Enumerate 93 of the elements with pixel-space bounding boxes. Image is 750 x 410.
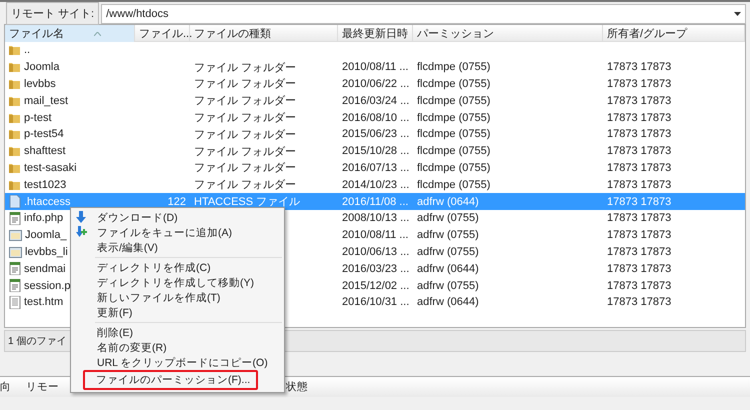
table-cell: 2015/12/02 ... [342,280,410,292]
column-header[interactable]: 最終更新日時 [338,25,413,42]
table-cell: 122 [168,196,186,208]
file-name: .. [24,44,30,56]
table-cell: flcdmpe (0755) [417,112,490,124]
table-cell-text: ファイル フォルダー [194,161,296,176]
table-cell: 17873 17873 [607,196,672,208]
file-name: levbbs [24,78,56,90]
table-cell: adfrw (0755) [417,212,479,224]
table-cell-text: ファイル フォルダー [194,94,296,108]
menu-item[interactable]: 新しいファイルを作成(T) [71,290,284,305]
file-name: info.php [24,212,64,224]
table-cell: flcdmpe (0755) [417,128,490,140]
status-text: 1 個のファイ [8,335,66,348]
table-cell: 2010/08/11 ... [342,229,408,242]
file-name: mail_test [24,94,68,107]
column-header[interactable]: パーミッション [413,25,603,42]
menu-item[interactable]: ダウンロード(D) [71,210,284,225]
file-name: shafttest [24,145,66,158]
table-cell: 17873 17873 [607,229,672,242]
table-cell: flcdmpe (0755) [417,162,490,174]
table-cell-text: ファイル フォルダー [194,60,296,75]
file-name: Joomla_ [25,229,67,242]
table-cell: 17873 17873 [607,246,672,258]
menu-item[interactable]: ディレクトリを作成(C) [71,260,284,275]
table-cell: 17873 17873 [607,61,672,74]
menu-item[interactable]: 更新(F) [71,305,284,320]
file-name: session.p [24,280,70,292]
table-cell: flcdmpe (0755) [417,178,490,191]
file-name: p-test54 [24,128,64,140]
table-cell-text: ファイル フォルダー [194,111,296,126]
table-cell: 17873 17873 [607,145,672,158]
file-name: levbbs_li [25,246,68,258]
table-cell: 17873 17873 [607,162,672,174]
table-cell: 2015/06/23 ... [342,128,410,140]
table-cell: adfrw (0755) [417,280,479,292]
column-header[interactable]: ファイル... [135,25,190,42]
table-cell-text: ファイル フォルダー [194,144,296,159]
table-cell: 2016/08/10 ... [342,112,410,124]
file-name: test-sasaki [24,162,77,174]
file-name: p-test [24,112,52,124]
table-cell-text: ファイル フォルダー [194,178,296,192]
table-cell: 2010/06/13 ... [342,246,410,258]
table-cell: adfrw (0755) [417,246,479,258]
table-cell: 2015/10/28 ... [342,145,410,158]
table-cell: flcdmpe (0755) [417,145,490,158]
column-header[interactable]: ファイル名 [5,25,135,42]
table-cell: adfrw (0644) [417,296,479,308]
remote-site-label: リモート サイト: [6,2,100,25]
menu-item[interactable]: 削除(E) [71,325,284,340]
file-name: test.htm [24,296,64,308]
menu-item[interactable]: ディレクトリを作成して移動(Y) [71,275,284,290]
table-cell: 17873 17873 [607,212,672,224]
column-header[interactable]: ファイルの種類 [190,25,338,42]
table-cell: 17873 17873 [607,178,672,191]
table-cell: 2016/11/08 ... [342,196,408,208]
table-cell-text: HTACCESS ファイル [194,195,300,210]
file-name: Joomla [24,61,60,74]
table-cell: 17873 17873 [607,128,672,140]
menu-item[interactable]: 名前の変更(R) [71,340,284,355]
column-header[interactable]: 向 [0,380,26,394]
table-cell: 17873 17873 [607,296,672,308]
column-header[interactable]: 所有者/グループ [603,25,745,42]
menu-item[interactable]: URL をクリップボードにコピー(O) [71,355,284,370]
column-header[interactable]: 状態 [286,380,750,394]
table-cell: adfrw (0755) [417,229,479,242]
menu-item[interactable]: ファイルをキューに追加(A) [71,225,284,240]
file-name: .htaccess [24,196,70,208]
table-cell: 17873 17873 [607,262,672,275]
file-name: sendmai [24,262,66,275]
table-cell: 2016/07/13 ... [342,162,410,174]
table-cell: 2010/08/11 ... [342,61,408,74]
table-cell: 17873 17873 [607,280,672,292]
path-field[interactable]: /www/htdocs [101,4,746,24]
table-cell: 2010/06/22 ... [342,78,410,90]
menu-item[interactable]: ファイルのパーミッション(F)... [83,370,258,390]
table-cell: flcdmpe (0755) [417,94,490,107]
table-cell: 2016/03/23 ... [342,262,410,275]
table-cell: flcdmpe (0755) [417,78,490,90]
table-cell: 2016/03/24 ... [342,94,410,107]
table-cell: 2014/10/23 ... [342,178,410,191]
table-cell: 17873 17873 [607,112,672,124]
table-cell-text: ファイル フォルダー [194,77,296,92]
table-cell: adfrw (0644) [417,262,479,275]
file-name: test1023 [24,178,66,191]
menu-item[interactable]: 表示/編集(V) [71,240,284,255]
table-cell: adfrw (0644) [417,196,479,208]
table-cell-text: ファイル フォルダー [194,128,296,142]
table-cell: 2008/10/13 ... [342,212,410,224]
table-cell: flcdmpe (0755) [417,61,490,74]
table-cell: 17873 17873 [607,78,672,90]
table-cell: 2016/10/31 ... [342,296,410,308]
table-cell: 17873 17873 [607,94,672,107]
